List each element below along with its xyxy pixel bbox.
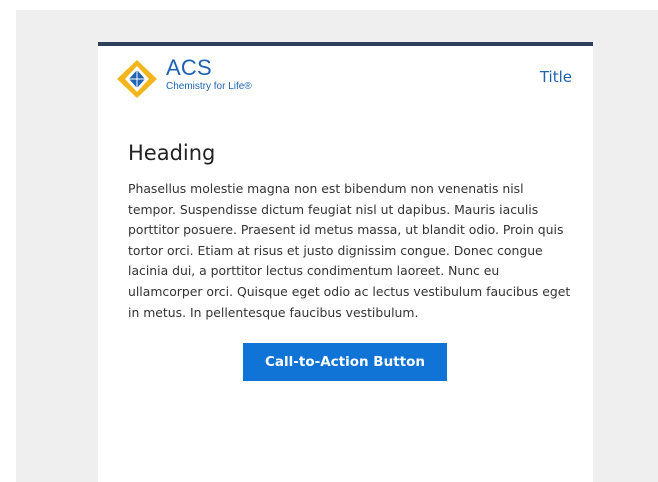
call-to-action-button[interactable]: Call-to-Action Button	[243, 343, 447, 381]
email-header: ACS Chemistry for Life® Title	[98, 46, 593, 108]
logo-tagline: Chemistry for Life®	[166, 81, 252, 92]
logo-brand-text: ACS	[166, 55, 212, 80]
acs-logo[interactable]: ACS Chemistry for Life®	[115, 56, 265, 102]
title-link[interactable]: Title	[540, 68, 572, 86]
email-card: ACS Chemistry for Life® Title Heading Ph…	[98, 42, 593, 482]
logo-wordmark: ACS Chemistry for Life®	[166, 56, 252, 93]
acs-logo-icon	[117, 60, 157, 98]
content-paragraph: Phasellus molestie magna non est bibendu…	[128, 181, 571, 320]
content-heading: Heading	[128, 141, 216, 165]
